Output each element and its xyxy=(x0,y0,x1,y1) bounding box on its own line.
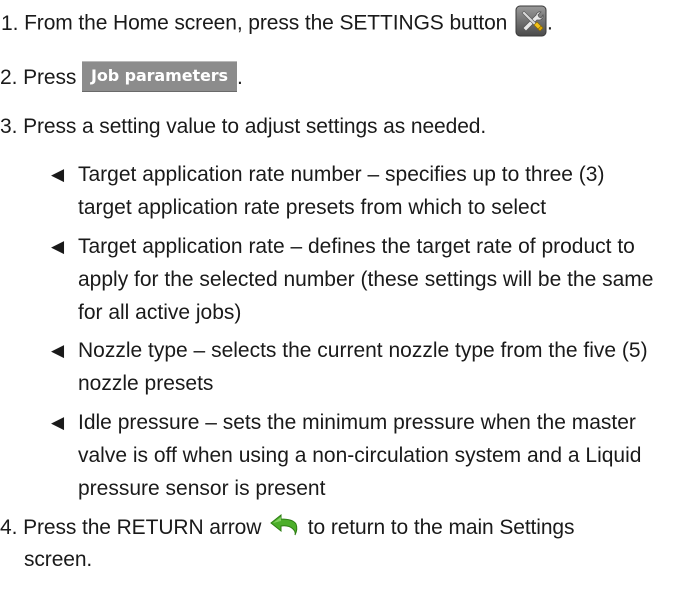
step-3: 3. Press a setting value to adjust setti… xyxy=(0,114,486,140)
bullet-2-line-2: apply for the selected number (these set… xyxy=(78,268,654,291)
step-2: 2. Press Job parameters. xyxy=(0,61,243,94)
step-4: 4. Press the RETURN arrow to return to t… xyxy=(0,513,575,541)
bullet-arrow-icon: ◀ xyxy=(51,237,65,256)
bullet-arrow-icon: ◀ xyxy=(51,341,65,360)
step-1-text: From the Home screen, press the SETTINGS… xyxy=(24,11,508,35)
step-4-line-2: screen. xyxy=(24,548,93,571)
bullet-4-line-3: pressure sensor is present xyxy=(78,477,326,500)
step-3-text: Press a setting value to adjust settings… xyxy=(23,115,487,138)
job-parameters-button[interactable]: Job parameters xyxy=(82,61,237,92)
bullet-2-line-3: for all active jobs) xyxy=(78,301,242,324)
step-3-number: 3. xyxy=(0,115,18,138)
step-2-period: . xyxy=(236,66,243,90)
step-1-period: . xyxy=(546,11,553,35)
bullet-1-line-2: target application rate presets from whi… xyxy=(78,196,547,219)
step-4-continued: screen. xyxy=(24,547,92,573)
step-4-text: Press the RETURN arrow xyxy=(23,516,262,539)
bullet-3-line-1: Nozzle type – selects the current nozzle… xyxy=(78,339,648,362)
bullet-arrow-icon: ◀ xyxy=(51,165,65,184)
step-2-text: Press xyxy=(23,66,77,90)
bullet-4-line-2: valve is off when using a non-circulatio… xyxy=(78,444,642,467)
bullet-3-line-2: nozzle presets xyxy=(78,372,214,395)
step-1: 1. From the Home screen, press the SETTI… xyxy=(0,5,553,40)
step-4-number: 4. xyxy=(0,516,18,539)
settings-tools-icon xyxy=(515,5,547,37)
step-1-number: 1. xyxy=(1,11,19,35)
bullet-1-line-1: Target application rate number – specifi… xyxy=(78,163,605,186)
bullet-4-line-1: Idle pressure – sets the minimum pressur… xyxy=(78,411,636,434)
bullet-arrow-icon: ◀ xyxy=(51,413,65,432)
step-2-number: 2. xyxy=(0,66,18,90)
return-arrow-icon xyxy=(269,513,299,537)
bullet-2-line-1: Target application rate – defines the ta… xyxy=(78,235,635,258)
step-4-text-after: to return to the main Settings xyxy=(307,516,575,539)
instruction-document: 1. From the Home screen, press the SETTI… xyxy=(0,0,697,593)
